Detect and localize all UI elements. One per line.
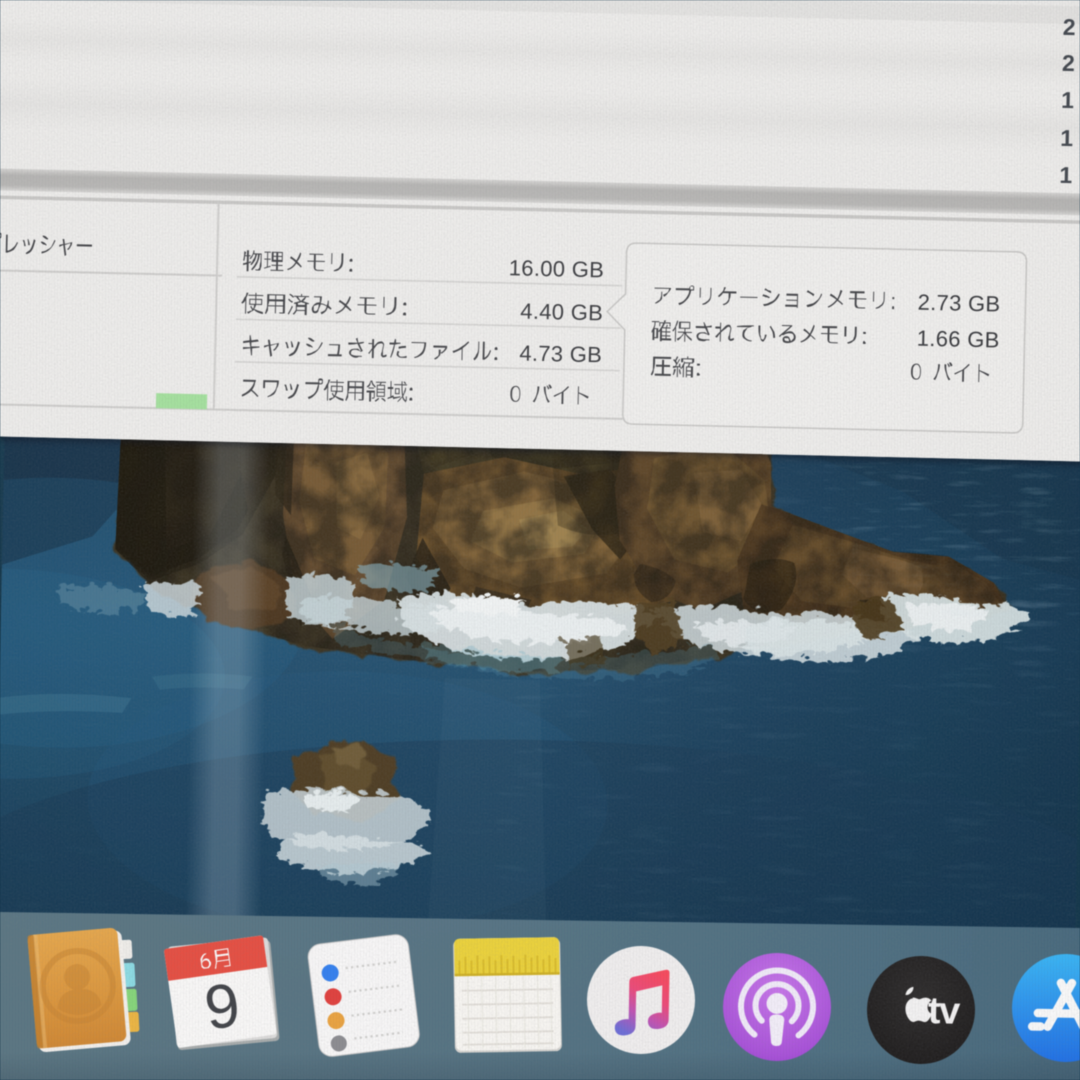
svg-text:tv: tv [928,990,961,1033]
